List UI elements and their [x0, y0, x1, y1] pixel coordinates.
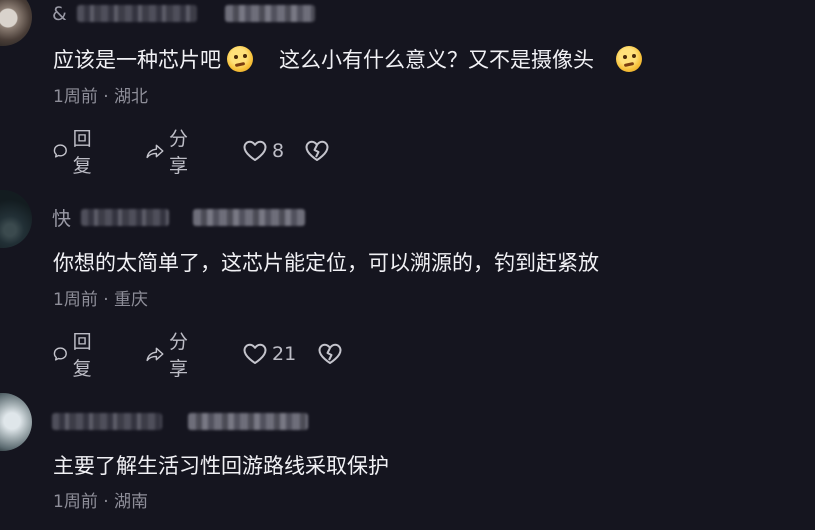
like-button[interactable]: 21: [242, 339, 296, 369]
comment-location: 湖南: [114, 492, 149, 512]
blurred-username: [52, 413, 162, 430]
reply-button[interactable]: 回复: [52, 128, 99, 177]
share-arrow-icon: [146, 347, 164, 362]
share-label: 分享: [168, 128, 188, 177]
share-button[interactable]: 分享: [145, 128, 196, 177]
dislike-button[interactable]: [317, 339, 343, 369]
comment-location: 重庆: [114, 290, 149, 310]
reply-button[interactable]: 回复: [52, 331, 99, 380]
username-visible-part: 快: [52, 208, 72, 230]
comment-bubble-icon: [53, 144, 67, 158]
blurred-username: [193, 209, 306, 226]
heart-outline-icon: [243, 140, 267, 161]
comment-text: 应该是一种芯片吧 这么小有什么意义？又不是摄像头: [53, 45, 646, 75]
avatar[interactable]: [0, 393, 32, 451]
username-visible-part: &: [52, 2, 67, 25]
meta-separator: ·: [103, 290, 109, 310]
blurred-username: [224, 5, 315, 22]
reply-label: 回复: [72, 128, 92, 177]
comment-time: 1周前: [53, 290, 98, 310]
avatar[interactable]: [0, 190, 32, 248]
share-button[interactable]: 分享: [145, 331, 196, 380]
comment-location: 湖北: [114, 87, 149, 107]
like-button[interactable]: 8: [242, 136, 284, 166]
meta-separator: ·: [103, 87, 109, 107]
username[interactable]: [52, 410, 309, 434]
comment-text: 你想的太简单了，这芯片能定位，可以溯源的，钓到赶紧放: [53, 248, 599, 278]
comment-meta: 1周前 · 湖北: [53, 85, 148, 109]
username[interactable]: 快: [52, 204, 306, 230]
comment-bubble-icon: [53, 347, 67, 361]
heart-outline-icon: [243, 343, 267, 364]
comment-text-part: 应该是一种芯片吧: [53, 48, 221, 72]
thinking-face-emoji-icon: [227, 46, 253, 72]
thinking-face-emoji-icon: [616, 46, 642, 72]
comment-text-part: 这么小有什么意义？又不是摄像头: [279, 48, 594, 72]
comment-list: & 应该是一种芯片吧 这么小有什么意义？又不是摄像头 1周前 · 湖北 回复 分享…: [0, 0, 815, 530]
comment-text-part: 主要了解生活习性回游路线采取保护: [53, 454, 389, 478]
avatar[interactable]: [0, 0, 32, 46]
comment-time: 1周前: [53, 492, 98, 512]
comment-meta: 1周前 · 重庆: [53, 288, 148, 312]
share-label: 分享: [168, 331, 188, 380]
blurred-username: [188, 413, 309, 430]
broken-heart-icon: [305, 140, 329, 161]
meta-separator: ·: [103, 492, 109, 512]
like-count: 21: [272, 343, 297, 365]
blurred-username: [81, 209, 170, 226]
comment-meta: 1周前 · 湖南: [53, 490, 148, 514]
dislike-button[interactable]: [304, 136, 330, 166]
like-count: 8: [272, 140, 285, 162]
comment-text-part: 你想的太简单了，这芯片能定位，可以溯源的，钓到赶紧放: [53, 251, 599, 275]
comment-time: 1周前: [53, 87, 98, 107]
username[interactable]: &: [52, 2, 315, 26]
broken-heart-icon: [318, 343, 342, 364]
share-arrow-icon: [146, 144, 164, 159]
blurred-username: [76, 5, 197, 22]
comment-text: 主要了解生活习性回游路线采取保护: [53, 451, 389, 481]
reply-label: 回复: [72, 331, 92, 380]
